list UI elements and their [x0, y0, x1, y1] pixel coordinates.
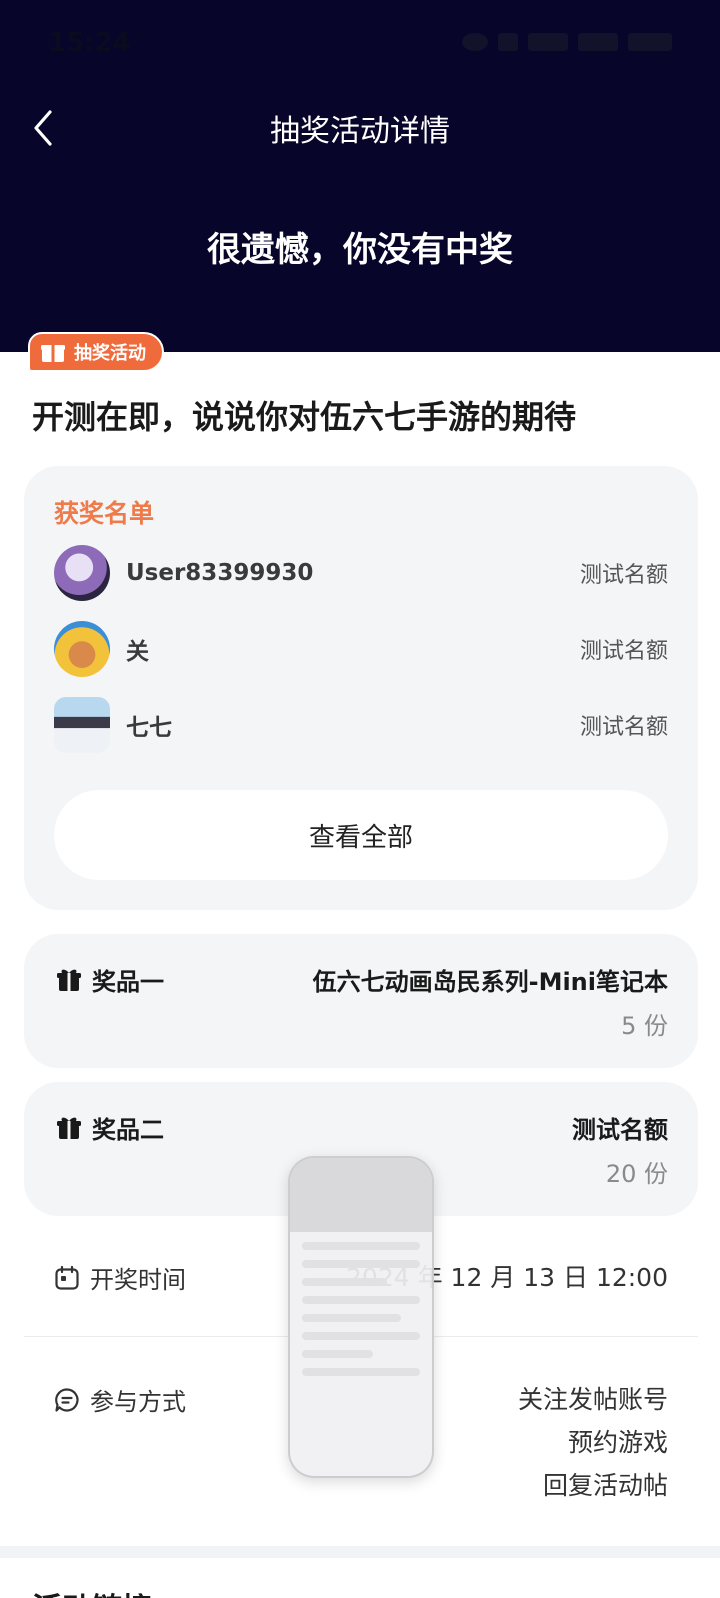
tag-label: 抽奖活动 — [74, 343, 146, 364]
prize-name: 伍六七动画岛民系列-Mini笔记本 — [312, 968, 668, 996]
lottery-result-text: 很遗憾，你没有中奖 — [207, 230, 513, 270]
preview-line — [302, 1368, 420, 1376]
winners-card: 获奖名单 User83399930 测试名额 关 测试名额 七七 测试名额 查看… — [24, 466, 698, 910]
prize-count: 20 份 — [605, 1160, 668, 1188]
screenshot-preview-thumbnail[interactable] — [288, 1156, 434, 1478]
gift-icon — [57, 1117, 81, 1139]
gift-icon — [41, 345, 65, 362]
participation-methods: 关注发帖账号 预约游戏 回复活动帖 — [518, 1378, 668, 1507]
calendar-icon — [55, 1265, 79, 1290]
participation-method: 关注发帖账号 — [517, 1385, 668, 1414]
draw-time-label: 开奖时间 — [54, 1260, 186, 1295]
status-time: 15:24 — [48, 28, 131, 58]
winner-name[interactable]: User83399930 — [126, 560, 580, 586]
prize-name: 测试名额 — [572, 1116, 668, 1144]
winner-name[interactable]: 关 — [126, 632, 580, 666]
winner-name[interactable]: 七七 — [126, 708, 580, 742]
participation-label: 参与方式 — [54, 1382, 186, 1417]
winner-prize: 测试名额 — [579, 563, 668, 588]
winner-prize: 测试名额 — [579, 639, 668, 664]
gift-icon — [57, 969, 81, 991]
page-title: 抽奖活动详情 — [270, 114, 450, 149]
nfc-icon — [498, 33, 518, 51]
participation-label-text: 参与方式 — [90, 1388, 186, 1416]
signal-icon — [528, 33, 568, 51]
activity-links-title: 活动链接 — [32, 1584, 152, 1598]
signal-icon-2 — [578, 33, 618, 51]
prize-label-text: 奖品二 — [92, 1116, 164, 1144]
participation-method: 回复活动帖 — [542, 1471, 668, 1500]
status-icons — [462, 30, 672, 54]
preview-line — [302, 1314, 402, 1322]
participation-method: 预约游戏 — [567, 1428, 668, 1457]
page-header: 15:24 抽奖活动详情 很遗憾，你没有中奖 — [0, 0, 720, 352]
avatar[interactable] — [54, 545, 110, 601]
post-title: 开测在即，说说你对伍六七手游的期待 — [32, 398, 577, 436]
section-separator — [0, 1546, 720, 1558]
prize-label: 奖品一 — [56, 962, 164, 997]
preview-line — [302, 1332, 420, 1340]
preview-line — [302, 1260, 420, 1268]
view-all-button[interactable]: 查看全部 — [54, 790, 668, 880]
preview-line — [302, 1242, 420, 1250]
preview-line — [302, 1278, 388, 1286]
draw-time-label-text: 开奖时间 — [90, 1266, 186, 1294]
preview-header — [290, 1158, 432, 1232]
winner-prize: 测试名额 — [579, 715, 668, 740]
prize-count: 5 份 — [621, 1012, 668, 1040]
preview-line — [302, 1350, 373, 1358]
battery-icon — [628, 33, 672, 51]
status-bar: 15:24 — [0, 0, 720, 90]
preview-line — [302, 1296, 420, 1304]
prize-label-text: 奖品一 — [92, 968, 164, 996]
prize-label: 奖品二 — [56, 1110, 164, 1145]
avatar[interactable] — [54, 697, 110, 753]
prize-card: 奖品一 伍六七动画岛民系列-Mini笔记本 5 份 — [24, 934, 698, 1068]
winner-row[interactable]: 七七 测试名额 — [54, 694, 668, 756]
eye-icon — [462, 33, 488, 51]
winners-heading: 获奖名单 — [54, 499, 155, 528]
winner-row[interactable]: User83399930 测试名额 — [54, 542, 668, 604]
winner-row[interactable]: 关 测试名额 — [54, 618, 668, 680]
lottery-activity-tag: 抽奖活动 — [28, 332, 164, 372]
chat-bubble-icon — [55, 1387, 79, 1412]
avatar[interactable] — [54, 621, 110, 677]
